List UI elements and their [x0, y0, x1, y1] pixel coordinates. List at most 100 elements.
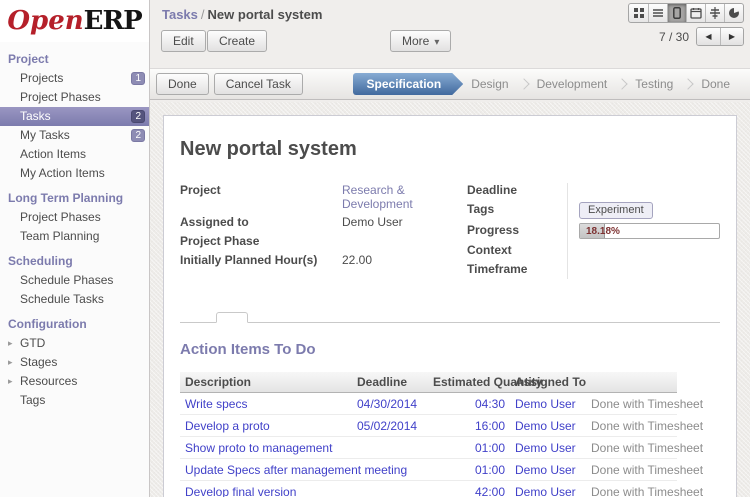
cell-description[interactable]: Update Specs after management meeting: [180, 459, 352, 481]
cell-description[interactable]: Write specs: [180, 393, 352, 415]
table-row[interactable]: Write specs 04/30/2014 04:30 Demo User D…: [180, 393, 677, 415]
column-header-estimated-quantity[interactable]: Estimated Quantity: [428, 372, 510, 393]
tag-chip[interactable]: Experiment: [579, 202, 653, 219]
cell-estimated-quantity[interactable]: 04:30: [428, 393, 510, 415]
sidebar-item[interactable]: Projects 1: [0, 69, 149, 88]
stage-step[interactable]: Design: [463, 73, 522, 95]
field-row: Project Research & Development: [180, 183, 467, 211]
view-switcher: [628, 3, 744, 23]
sidebar-item[interactable]: Team Planning: [0, 227, 149, 246]
progress-bar[interactable]: 18.18%: [579, 223, 720, 239]
column-header-deadline[interactable]: Deadline: [352, 372, 428, 393]
cell-estimated-quantity[interactable]: 42:00: [428, 481, 510, 497]
field-label: Project: [180, 183, 342, 197]
field-value[interactable]: 22.00: [342, 253, 467, 267]
sidebar-item[interactable]: Schedule Tasks: [0, 290, 149, 309]
cell-assigned-to[interactable]: Demo User: [510, 415, 586, 437]
cancel-task-button[interactable]: Cancel Task: [214, 73, 303, 95]
gantt-icon: [709, 7, 721, 19]
notebook-tab[interactable]: [280, 312, 312, 323]
field-value[interactable]: Demo User: [342, 215, 467, 229]
kanban-view-button[interactable]: [629, 4, 648, 22]
graph-view-button[interactable]: [724, 4, 743, 22]
pager-next-button[interactable]: ▶: [720, 28, 743, 45]
sidebar-item[interactable]: Action Items: [0, 145, 149, 164]
cell-stage-status[interactable]: Done with Timesheet: [586, 415, 677, 437]
edit-button[interactable]: Edit: [161, 30, 206, 52]
table-row[interactable]: Develop final version 42:00 Demo User Do…: [180, 481, 677, 497]
notebook-tab[interactable]: [248, 312, 280, 323]
pager: 7 / 30 ◀ ▶: [628, 27, 744, 46]
stage-step[interactable]: Done: [687, 73, 744, 95]
field-value: [567, 183, 720, 197]
cell-description[interactable]: Show proto to management: [180, 437, 352, 459]
create-button[interactable]: Create: [207, 30, 267, 52]
cell-description[interactable]: Develop final version: [180, 481, 352, 497]
more-button[interactable]: More▾: [390, 30, 451, 52]
tag-label: Experiment: [588, 204, 644, 216]
cell-assigned-to[interactable]: Demo User: [510, 393, 586, 415]
more-button-label: More: [402, 34, 429, 48]
cell-stage-status[interactable]: Done with Timesheet: [586, 437, 677, 459]
table-row[interactable]: Develop a proto 05/02/2014 16:00 Demo Us…: [180, 415, 677, 437]
sidebar-item[interactable]: ▸ Resources: [0, 372, 149, 391]
cell-description[interactable]: Develop a proto: [180, 415, 352, 437]
column-header-description[interactable]: Description: [180, 372, 352, 393]
cell-assigned-to[interactable]: Demo User: [510, 481, 586, 497]
sidebar-item[interactable]: Schedule Phases: [0, 271, 149, 290]
sidebar-item: Configuration: [0, 309, 149, 334]
done-button[interactable]: Done: [156, 73, 209, 95]
stage-step[interactable]: Specification: [353, 73, 464, 95]
cell-deadline[interactable]: 04/30/2014: [352, 393, 428, 415]
sidebar-item[interactable]: Tags: [0, 391, 149, 410]
stage-step[interactable]: Development: [523, 73, 622, 95]
sidebar-item[interactable]: My Action Items: [0, 164, 149, 183]
cell-deadline[interactable]: [352, 437, 428, 459]
notebook-tab[interactable]: [184, 312, 216, 323]
table-row[interactable]: Show proto to management 01:00 Demo User…: [180, 437, 677, 459]
pager-previous-button[interactable]: ◀: [697, 28, 720, 45]
sidebar-item[interactable]: My Tasks 2: [0, 126, 149, 145]
stage-statusbar: SpecificationDesignDevelopmentTestingDon…: [353, 69, 744, 99]
sidebar-item-label: Long Term Planning: [8, 191, 123, 205]
table-row[interactable]: Update Specs after management meeting 01…: [180, 459, 677, 481]
sidebar-item-label: GTD: [20, 336, 45, 350]
sidebar-item-label: Project Phases: [20, 90, 101, 104]
openerp-logo[interactable]: OpenERP: [0, 0, 149, 42]
field-label: Initially Planned Hour(s): [180, 253, 342, 267]
cell-estimated-quantity[interactable]: 16:00: [428, 415, 510, 437]
sidebar-item[interactable]: Tasks 2: [0, 107, 149, 126]
field-label: Timeframe: [467, 262, 567, 276]
column-header-assigned-to[interactable]: Assigned To: [510, 372, 586, 393]
sidebar-item[interactable]: ▸ GTD: [0, 334, 149, 353]
breadcrumb-tasks-link[interactable]: Tasks: [162, 7, 198, 22]
list-icon: [652, 7, 664, 19]
calendar-view-button[interactable]: [686, 4, 705, 22]
sidebar-item-label: Project Phases: [20, 210, 101, 224]
notebook-tab[interactable]: [216, 312, 248, 323]
form-view-button[interactable]: [667, 4, 686, 22]
list-view-button[interactable]: [648, 4, 667, 22]
stage-step[interactable]: Testing: [621, 73, 687, 95]
cell-stage-status[interactable]: Done with Timesheet: [586, 459, 677, 481]
sidebar-item-label: Scheduling: [8, 254, 73, 268]
cell-estimated-quantity[interactable]: 01:00: [428, 459, 510, 481]
cell-stage-status[interactable]: Done with Timesheet: [586, 393, 677, 415]
cell-deadline[interactable]: 05/02/2014: [352, 415, 428, 437]
sidebar-item[interactable]: Project Phases: [0, 208, 149, 227]
field-value[interactable]: Research & Development: [342, 183, 467, 211]
sidebar-item[interactable]: Project Phases: [0, 88, 149, 107]
cell-deadline[interactable]: [352, 481, 428, 497]
action-items-table: Description Deadline Estimated Quantity …: [180, 372, 677, 497]
cell-assigned-to[interactable]: Demo User: [510, 459, 586, 481]
field-value[interactable]: [342, 234, 467, 248]
gantt-view-button[interactable]: [705, 4, 724, 22]
cell-stage-status[interactable]: Done with Timesheet: [586, 481, 677, 497]
kanban-icon: [633, 7, 645, 19]
column-header-stage[interactable]: [586, 372, 677, 393]
sidebar-item-label: Stages: [20, 355, 57, 369]
cell-assigned-to[interactable]: Demo User: [510, 437, 586, 459]
graph-pie-icon: [728, 7, 740, 19]
sidebar-item[interactable]: ▸ Stages: [0, 353, 149, 372]
cell-estimated-quantity[interactable]: 01:00: [428, 437, 510, 459]
